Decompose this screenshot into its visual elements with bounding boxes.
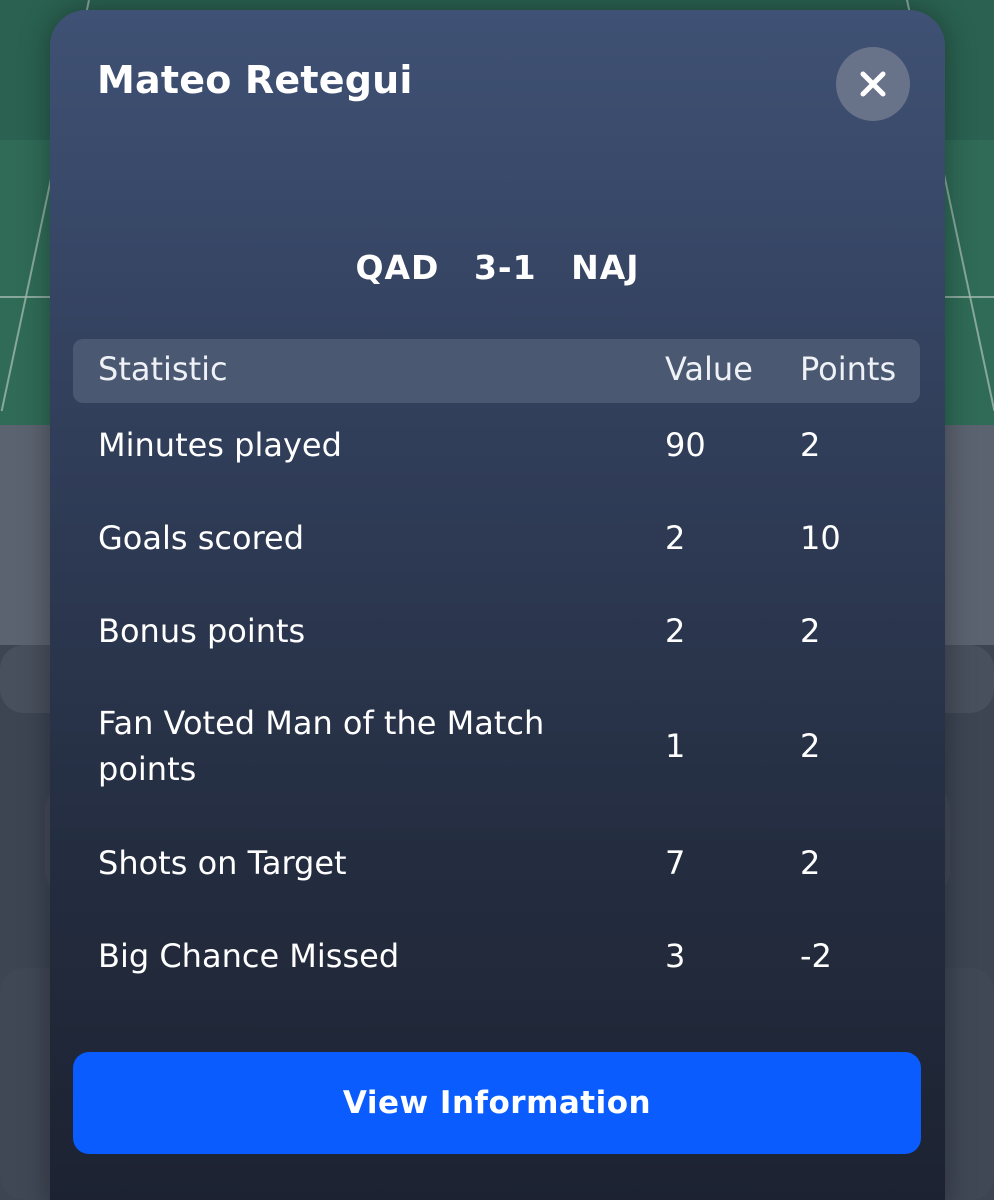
- row-value: 1: [665, 727, 686, 765]
- close-icon: [860, 71, 886, 97]
- header-statistic: Statistic: [98, 350, 228, 388]
- row-value: 90: [665, 426, 706, 464]
- home-team: QAD: [355, 248, 440, 287]
- row-statistic: Goals scored: [98, 519, 305, 557]
- row-points: 2: [800, 727, 821, 765]
- row-value: 2: [665, 612, 686, 650]
- view-information-button[interactable]: View Information: [73, 1052, 921, 1154]
- row-statistic: Minutes played: [98, 426, 342, 464]
- row-statistic: Fan Voted Man of the Match points: [98, 704, 545, 788]
- header-points: Points: [800, 350, 897, 388]
- row-points: 10: [800, 519, 841, 557]
- row-value: 7: [665, 844, 686, 882]
- row-statistic: Big Chance Missed: [98, 937, 400, 975]
- row-value: 3: [665, 937, 686, 975]
- row-statistic: Bonus points: [98, 612, 306, 650]
- away-team: NAJ: [571, 248, 640, 287]
- header-value: Value: [665, 350, 753, 388]
- row-points: -2: [800, 937, 832, 975]
- row-points: 2: [800, 612, 821, 650]
- close-button[interactable]: [836, 47, 910, 121]
- row-statistic: Shots on Target: [98, 844, 347, 882]
- player-points-modal: Mateo Retegui QAD 3-1 NAJ Statistic Valu…: [50, 10, 945, 1200]
- score-value: 3-1: [473, 248, 537, 287]
- row-points: 2: [800, 426, 821, 464]
- player-name: Mateo Retegui: [97, 58, 413, 102]
- row-points: 2: [800, 844, 821, 882]
- match-score: QAD 3-1 NAJ: [50, 248, 945, 287]
- stats-table-header: Statistic Value Points: [73, 339, 920, 403]
- row-value: 2: [665, 519, 686, 557]
